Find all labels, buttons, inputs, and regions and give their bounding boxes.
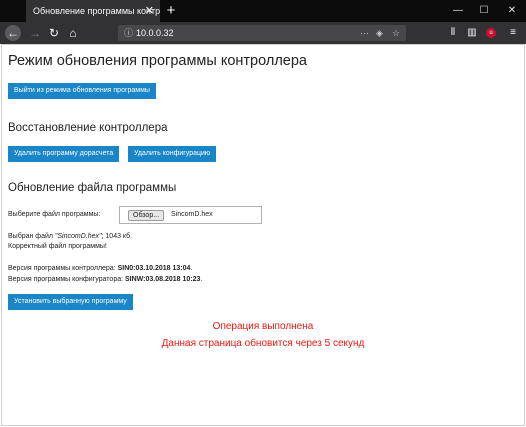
close-window-button[interactable]: ✕ — [500, 0, 524, 22]
tab-title: Обновление программы контролера — [33, 6, 160, 16]
selected-file: "SincomD.hex" — [54, 233, 102, 240]
file-input[interactable]: Обзор... SincomD.hex — [119, 206, 262, 224]
sidebar-icon[interactable]: ▥ — [465, 25, 479, 41]
controller-version: SIN0:03.10.2018 13:04 — [117, 265, 191, 272]
install-program-button[interactable]: Установить выбранную программу — [8, 294, 133, 310]
ublock-icon[interactable]: u — [486, 28, 496, 38]
configurator-version: SINW:03.08.2018 10:23 — [125, 276, 201, 283]
selected-file-text: Выбран файл "SincomD.hex"; 1043 кб. — [8, 233, 132, 240]
bookmark-star-icon[interactable]: ☆ — [392, 25, 400, 41]
controller-version-line: Версия программы контроллера: SIN0:03.10… — [8, 265, 193, 272]
tab-bar: Обновление программы контролера ✕ + — ☐ … — [0, 0, 526, 22]
new-tab-button[interactable]: + — [163, 0, 179, 22]
reload-icon[interactable]: ↻ — [46, 25, 62, 41]
configurator-version-line: Версия программы конфигуратора: SINW:03.… — [8, 276, 203, 283]
active-tab[interactable]: Обновление программы контролера ✕ — [26, 0, 160, 22]
selected-size: ; 1043 кб. — [101, 233, 133, 240]
forward-arrow-icon[interactable]: → — [27, 25, 43, 41]
page-title: Режим обновления программы контроллера — [8, 53, 307, 69]
url-text[interactable]: 10.0.0.32 — [136, 25, 174, 41]
info-icon[interactable]: ⓘ — [124, 25, 133, 41]
browse-button[interactable]: Обзор... — [128, 210, 165, 221]
file-label: Выберите файл программы: — [8, 211, 101, 218]
address-bar[interactable]: ⓘ 10.0.0.32 ··· ◈ ☆ — [118, 25, 406, 41]
delete-config-button[interactable]: Удалить конфигурацию — [128, 146, 217, 162]
status-line-1: Операция выполнена — [212, 321, 314, 332]
restore-heading: Восстановление контроллера — [8, 122, 168, 134]
library-icon[interactable]: ⫴ — [446, 25, 460, 41]
valid-file-text: Корректный файл программы! — [8, 243, 107, 250]
menu-icon[interactable]: ≡ — [506, 25, 520, 41]
controller-version-label: Версия программы контроллера: — [8, 265, 118, 272]
file-name: SincomD.hex — [171, 211, 213, 218]
home-icon[interactable]: ⌂ — [65, 25, 81, 41]
update-heading: Обновление файла программы — [8, 182, 177, 194]
selected-prefix: Выбран файл — [8, 233, 55, 240]
exit-update-mode-button[interactable]: Выйти из режима обновления программы — [8, 83, 156, 99]
maximize-button[interactable]: ☐ — [472, 0, 496, 22]
delete-program-button[interactable]: Удалить программу дорасчета — [8, 146, 120, 162]
back-arrow-icon[interactable]: ← — [5, 25, 21, 41]
pocket-icon[interactable]: ◈ — [376, 25, 383, 41]
status-line-2: Данная страница обновится через 5 секунд — [161, 338, 365, 349]
nav-toolbar: ← → ↻ ⌂ ⓘ 10.0.0.32 ··· ◈ ☆ ⫴ ▥ u ≡ — [0, 22, 526, 44]
more-dots-icon[interactable]: ··· — [360, 25, 369, 41]
minimize-button[interactable]: — — [446, 0, 470, 22]
tab-close-icon[interactable]: ✕ — [145, 0, 154, 22]
configurator-version-label: Версия программы конфигуратора: — [8, 276, 125, 283]
